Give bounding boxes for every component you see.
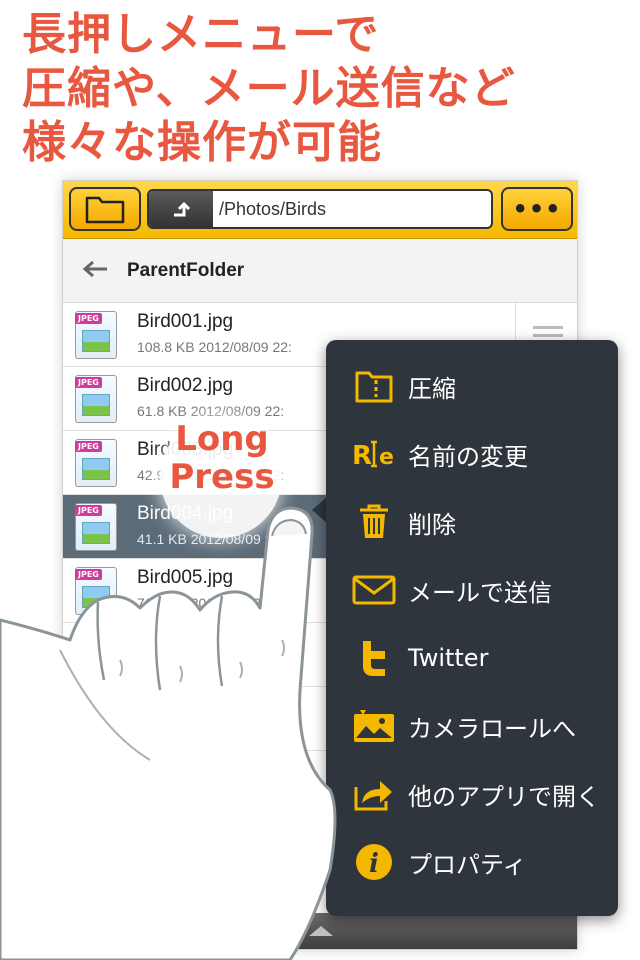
file-type-tag: JPEG: [75, 377, 102, 388]
parent-folder-row[interactable]: ParentFolder: [63, 239, 577, 303]
info-icon: i: [352, 840, 396, 884]
menu-item-properties[interactable]: i プロパティ: [326, 828, 618, 896]
file-name: Bird001.jpg: [137, 311, 234, 332]
headline-line-1: 長押しメニューで: [22, 9, 380, 60]
file-meta: 108.8 KB 2012/08/09 22:: [137, 339, 292, 355]
menu-label: 他のアプリで開く: [408, 782, 600, 811]
folder-button[interactable]: [69, 187, 141, 231]
menu-item-camera-roll[interactable]: カメラロールへ: [326, 692, 618, 760]
jpeg-file-icon: JPEG: [75, 439, 117, 487]
up-arrow-icon: [174, 201, 191, 217]
menu-item-delete[interactable]: 削除: [326, 488, 618, 556]
long-press-label: Long Press: [164, 420, 280, 496]
file-type-tag: JPEG: [75, 313, 102, 324]
menu-label: メールで送信: [408, 578, 552, 607]
menu-item-twitter[interactable]: Twitter: [326, 624, 618, 692]
menu-label: Twitter: [408, 644, 489, 672]
svg-text:i: i: [369, 849, 379, 879]
open-in-icon: [352, 772, 396, 816]
zip-folder-icon: [352, 364, 396, 408]
svg-text:e: e: [379, 445, 394, 470]
long-press-line-1: Long: [175, 419, 269, 459]
menu-item-rename[interactable]: R e 名前の変更: [326, 420, 618, 488]
menu-label: 削除: [408, 510, 456, 539]
menu-item-compress[interactable]: 圧縮: [326, 352, 618, 420]
parent-folder-label: ParentFolder: [127, 259, 245, 281]
camera-roll-icon: [352, 704, 396, 748]
menu-item-open-in[interactable]: 他のアプリで開く: [326, 760, 618, 828]
path-text[interactable]: /Photos/Birds: [213, 191, 491, 227]
twitter-icon: [352, 636, 396, 680]
more-button[interactable]: •••: [501, 187, 573, 231]
folder-icon: [85, 196, 125, 224]
jpeg-file-icon: JPEG: [75, 311, 117, 359]
trash-icon: [352, 500, 396, 544]
path-bar: /Photos/Birds: [147, 189, 493, 229]
menu-label: 圧縮: [408, 374, 456, 403]
menu-item-mail[interactable]: メールで送信: [326, 556, 618, 624]
file-type-tag: JPEG: [75, 441, 102, 452]
menu-label: プロパティ: [408, 850, 527, 879]
jpeg-file-icon: JPEG: [75, 375, 117, 423]
rename-icon: R e: [352, 432, 396, 476]
headline: 長押しメニューで 圧縮や、メール送信など 様々な操作が可能: [22, 8, 632, 170]
mail-icon: [352, 568, 396, 612]
headline-line-3: 様々な操作が可能: [22, 117, 382, 168]
file-name: Bird002.jpg: [137, 375, 234, 396]
context-menu: 圧縮 R e 名前の変更 削除 メールで送信 Twitter カメラロールへ 他…: [326, 340, 618, 916]
toolbar: /Photos/Birds •••: [63, 181, 577, 239]
menu-label: 名前の変更: [408, 442, 528, 471]
back-arrow-icon: [63, 256, 127, 286]
menu-label: カメラロールへ: [408, 714, 576, 743]
hand-illustration-icon: [0, 506, 337, 960]
svg-text:R: R: [352, 441, 372, 470]
up-folder-button[interactable]: [149, 191, 213, 227]
headline-line-2: 圧縮や、メール送信など: [22, 63, 516, 114]
